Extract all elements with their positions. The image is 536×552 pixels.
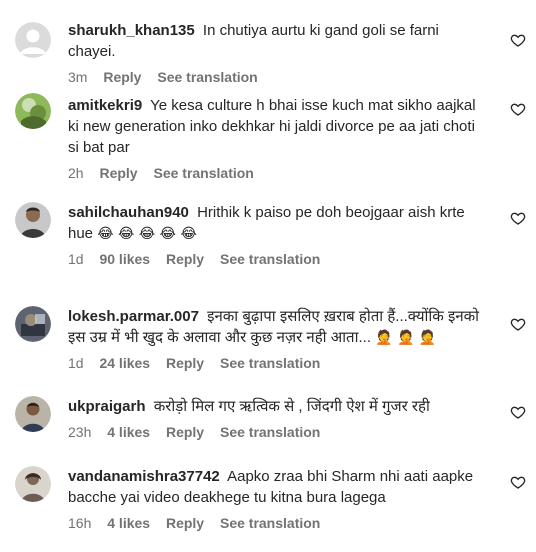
comment-text-line: lokesh.parmar.007 इनका बुढ़ापा इसलिए ख़र… (68, 306, 488, 348)
comment-content: sahilchauhan940 Hrithik k paiso pe doh b… (68, 202, 488, 268)
comment-text-line: ukpraigarh करोड़ो मिल गए ऋत्विक से , जिं… (68, 396, 488, 417)
comment-content: lokesh.parmar.007 इनका बुढ़ापा इसलिए ख़र… (68, 306, 488, 372)
comment-time: 2h (68, 165, 84, 181)
see-translation-button[interactable]: See translation (220, 355, 320, 371)
facepalm-emoji-icon: 🤦 🤦 🤦 (375, 330, 437, 347)
avatar[interactable] (15, 202, 51, 238)
like-count[interactable]: 24 likes (99, 355, 150, 371)
comment-meta: 23h 4 likes Reply See translation (68, 423, 488, 441)
reply-button[interactable]: Reply (166, 251, 204, 267)
comment-text: करोड़ो मिल गए ऋत्विक से , जिंदगी ऐश में … (153, 398, 430, 415)
reply-button[interactable]: Reply (103, 69, 141, 85)
comment-meta: 2h Reply See translation (68, 164, 488, 182)
comment-time: 16h (68, 515, 92, 531)
like-heart-icon[interactable] (510, 101, 526, 117)
reply-button[interactable]: Reply (99, 165, 137, 181)
comment-content: ukpraigarh करोड़ो मिल गए ऋत्विक से , जिं… (68, 396, 488, 441)
comment-meta: 1d 24 likes Reply See translation (68, 354, 488, 372)
like-count[interactable]: 4 likes (107, 424, 150, 440)
comment-meta: 3m Reply See translation (68, 68, 488, 86)
like-heart-icon[interactable] (510, 474, 526, 490)
comment-username[interactable]: amitkekri9 (68, 97, 142, 114)
like-heart-icon[interactable] (510, 404, 526, 420)
reply-button[interactable]: Reply (166, 355, 204, 371)
avatar[interactable] (15, 396, 51, 432)
comment-content: vandanamishra37742 Aapko zraa bhi Sharm … (68, 466, 488, 532)
like-heart-icon[interactable] (510, 32, 526, 48)
comment-username[interactable]: vandanamishra37742 (68, 468, 220, 485)
comment-time: 1d (68, 251, 84, 267)
comment-text-line: sharukh_khan135 In chutiya aurtu ki gand… (68, 20, 488, 62)
comment-text-line: vandanamishra37742 Aapko zraa bhi Sharm … (68, 466, 488, 508)
comment-content: sharukh_khan135 In chutiya aurtu ki gand… (68, 20, 488, 86)
comment-time: 23h (68, 424, 92, 440)
comment-time: 3m (68, 69, 88, 85)
avatar[interactable] (15, 93, 51, 129)
comment-username[interactable]: ukpraigarh (68, 398, 146, 415)
avatar[interactable] (15, 22, 51, 58)
see-translation-button[interactable]: See translation (220, 251, 320, 267)
see-translation-button[interactable]: See translation (220, 424, 320, 440)
comment-content: amitkekri9 Ye kesa culture h bhai isse k… (68, 95, 488, 182)
comment-meta: 16h 4 likes Reply See translation (68, 514, 488, 532)
comment-username[interactable]: sharukh_khan135 (68, 22, 195, 39)
avatar[interactable] (15, 306, 51, 342)
like-heart-icon[interactable] (510, 210, 526, 226)
reply-button[interactable]: Reply (166, 515, 204, 531)
see-translation-button[interactable]: See translation (153, 165, 253, 181)
like-count[interactable]: 4 likes (107, 515, 150, 531)
comment-meta: 1d 90 likes Reply See translation (68, 250, 488, 268)
see-translation-button[interactable]: See translation (157, 69, 257, 85)
see-translation-button[interactable]: See translation (220, 515, 320, 531)
like-count[interactable]: 90 likes (99, 251, 150, 267)
avatar[interactable] (15, 466, 51, 502)
comment-text-line: sahilchauhan940 Hrithik k paiso pe doh b… (68, 202, 488, 244)
like-heart-icon[interactable] (510, 316, 526, 332)
comment-username[interactable]: sahilchauhan940 (68, 204, 189, 221)
comment-text-line: amitkekri9 Ye kesa culture h bhai isse k… (68, 95, 488, 158)
laughing-emoji-icon: 😂 😂 😂 😂 😂 (97, 226, 197, 243)
comment-username[interactable]: lokesh.parmar.007 (68, 308, 199, 325)
reply-button[interactable]: Reply (166, 424, 204, 440)
comment-time: 1d (68, 355, 84, 371)
